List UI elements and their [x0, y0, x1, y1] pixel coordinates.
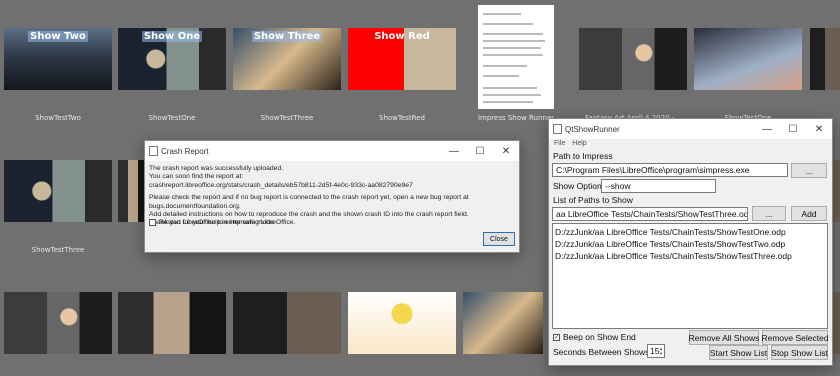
thumbnail-row3-d[interactable]: [348, 292, 456, 354]
thumbnail-banner: Show One: [141, 31, 203, 42]
checkbox-box[interactable]: [149, 219, 156, 226]
document-icon: [149, 146, 158, 156]
paths-to-show-label: List of Paths to Show: [553, 195, 633, 205]
menu-bar: File Help: [549, 139, 832, 150]
thumbnail-caption: ShowTestThree: [31, 246, 85, 254]
thumbnail-show-red[interactable]: Show Red: [348, 28, 456, 90]
qtshowrunner-title: QtShowRunner: [565, 124, 620, 134]
list-item[interactable]: D:/zzJunk/aa LibreOffice Tests/ChainTest…: [555, 226, 825, 238]
start-show-list-button[interactable]: Start Show List: [709, 345, 768, 360]
thumbnail-fantasy-art[interactable]: [579, 28, 687, 90]
close-icon[interactable]: ✕: [493, 141, 519, 161]
close-icon[interactable]: ✕: [806, 119, 832, 139]
thumbnail-banner: Show Two: [28, 31, 88, 42]
crash-report-title: Crash Report: [161, 146, 209, 156]
seconds-spinbox[interactable]: 15 ▲ ▼: [647, 344, 665, 358]
thumbnail-row3-a[interactable]: [4, 292, 112, 354]
app-icon: [553, 124, 562, 134]
thumbnail-banner: Show Three: [251, 31, 323, 42]
thumbnail-row3-e[interactable]: [463, 292, 543, 354]
remove-all-shows-button[interactable]: Remove All Shows: [689, 330, 759, 345]
path-to-impress-label: Path to Impress: [553, 151, 613, 161]
message-line: You can soon find the report at:: [149, 173, 244, 181]
crash-report-titlebar[interactable]: Crash Report — ☐ ✕: [145, 141, 519, 161]
menu-help[interactable]: Help: [572, 140, 586, 149]
spin-arrows-icon[interactable]: ▲ ▼: [659, 346, 663, 356]
thumbnail-show-test-one[interactable]: [694, 28, 802, 90]
thumbnail-partial[interactable]: [810, 28, 840, 90]
list-item[interactable]: D:/zzJunk/aa LibreOffice Tests/ChainTest…: [555, 238, 825, 250]
qtshowrunner-window: QtShowRunner — ☐ ✕ File Help Path to Imp…: [548, 118, 833, 366]
stop-show-list-button[interactable]: Stop Show List: [771, 345, 828, 360]
crash-report-url: crashreport.libreoffice.org/stats/crash_…: [149, 181, 413, 189]
crash-report-dialog: Crash Report — ☐ ✕ The crash report was …: [144, 140, 520, 253]
show-paths-list[interactable]: D:/zzJunk/aa LibreOffice Tests/ChainTest…: [552, 223, 828, 329]
beep-label: Beep on Show End: [563, 332, 636, 342]
show-option-label: Show Option: [553, 181, 602, 191]
beep-checkbox[interactable]: ✓ Beep on Show End: [553, 332, 636, 342]
seconds-between-label: Seconds Between Shows: [553, 347, 650, 357]
message-line: Please check the report and if no bug re…: [149, 194, 469, 210]
browse-impress-button[interactable]: ...: [791, 163, 827, 178]
path-to-impress-input[interactable]: C:\Program Files\LibreOffice\program\sim…: [552, 163, 788, 177]
thumbnail-row3-b[interactable]: [118, 292, 226, 354]
thumbnail-show-three-row2[interactable]: [4, 160, 112, 222]
menu-file[interactable]: File: [554, 140, 565, 149]
thumbnail-banner: Show Red: [374, 31, 430, 42]
thumbnail-caption: ShowTestOne: [148, 114, 196, 122]
thumbnail-impress-show-runner[interactable]: [478, 5, 554, 109]
add-button[interactable]: Add: [791, 206, 827, 221]
browse-path-button[interactable]: ...: [752, 206, 786, 221]
list-item[interactable]: D:/zzJunk/aa LibreOffice Tests/ChainTest…: [555, 250, 825, 262]
thumbnail-caption: ShowTestThree: [260, 114, 314, 122]
safe-mode-label: Restart LibreOffice to enter safe mode: [159, 219, 275, 226]
qtshowrunner-titlebar[interactable]: QtShowRunner — ☐ ✕: [549, 119, 832, 139]
minimize-icon[interactable]: —: [754, 119, 780, 139]
show-option-input[interactable]: --show: [601, 179, 716, 193]
minimize-icon[interactable]: —: [441, 141, 467, 161]
remove-selected-button[interactable]: Remove Selected: [761, 330, 829, 345]
crash-report-message: The crash report was successfully upload…: [145, 161, 519, 228]
safe-mode-checkbox[interactable]: Restart LibreOffice to enter safe mode: [149, 219, 274, 226]
close-button[interactable]: Close: [483, 232, 515, 246]
message-line: The crash report was successfully upload…: [149, 165, 284, 172]
thumbnail-show-three[interactable]: Show Three: [233, 28, 341, 90]
thumbnail-show-two[interactable]: Show Two: [4, 28, 112, 90]
new-path-input[interactable]: aa LibreOffice Tests/ChainTests/ShowTest…: [552, 207, 748, 221]
checkmark-icon[interactable]: ✓: [553, 333, 560, 341]
thumbnail-caption: ShowTestTwo: [35, 114, 81, 122]
maximize-icon[interactable]: ☐: [780, 119, 806, 139]
thumbnail-row3-c[interactable]: [233, 292, 341, 354]
thumbnail-caption: ShowTestRed: [379, 114, 425, 122]
maximize-icon[interactable]: ☐: [467, 141, 493, 161]
thumbnail-show-one[interactable]: Show One: [118, 28, 226, 90]
